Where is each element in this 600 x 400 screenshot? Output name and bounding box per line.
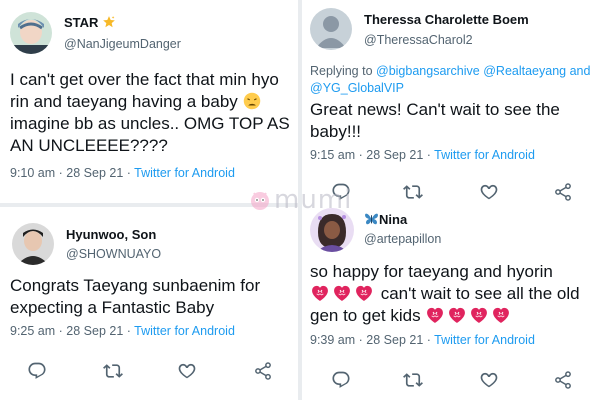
watermark-logo-icon [248, 188, 272, 212]
tweet-timestamp[interactable]: 9:39 am · 28 Sep 21 · [310, 333, 434, 347]
reply-icon[interactable] [27, 361, 47, 381]
retweet-icon[interactable] [403, 370, 423, 390]
user-handle[interactable]: @SHOWNUAYO [66, 247, 161, 261]
tweet-source-link[interactable]: Twitter for Android [134, 324, 235, 338]
tweet-meta: 9:10 am · 28 Sep 21 · Twitter for Androi… [10, 166, 235, 180]
tweet-timestamp[interactable]: 9:15 am · 28 Sep 21 · [310, 148, 434, 162]
tweet-timestamp[interactable]: 9:10 am · 28 Sep 21 · [10, 166, 134, 180]
tweet-text-part: so happy for taeyang and hyorin [310, 262, 553, 281]
heart-emoji-icon [447, 305, 467, 325]
tweet-text-part: imagine bb as uncles.. OMG TOP AS AN UNC… [10, 114, 290, 155]
tweet-actions [302, 370, 600, 390]
user-handle[interactable]: @artepapillon [364, 232, 441, 246]
tweet-text: Congrats Taeyang sunbaenim for expecting… [10, 276, 261, 317]
user-name-text: STAR [64, 15, 99, 30]
user-handle[interactable]: @TheressaCharol2 [364, 33, 473, 47]
watermark: mumi [248, 185, 352, 215]
tweet-source-link[interactable]: Twitter for Android [434, 333, 535, 347]
heart-emoji-icon [425, 305, 445, 325]
heart-emoji-icon [469, 305, 489, 325]
butterfly-emoji-icon [364, 212, 379, 226]
tweet-actions [0, 361, 298, 381]
user-name-text: Nina [379, 212, 408, 227]
user-name[interactable]: Hyunwoo, Son [66, 227, 156, 242]
user-name[interactable]: Theressa Charolette Boem [364, 12, 529, 27]
tweet-text: I can't get over the fact that min hyo r… [10, 69, 292, 157]
mention-link-connector: and [569, 64, 591, 78]
avatar[interactable] [12, 223, 54, 265]
share-icon[interactable] [253, 361, 273, 381]
tweet-source-link[interactable]: Twitter for Android [134, 166, 235, 180]
watermark-text: mumi [274, 185, 353, 215]
share-icon[interactable] [553, 370, 573, 390]
mention-link[interactable]: @YG_GlobalVIP [310, 81, 404, 95]
like-icon[interactable] [479, 182, 499, 202]
share-icon[interactable] [553, 182, 573, 202]
like-icon[interactable] [479, 370, 499, 390]
user-name[interactable]: STAR [64, 15, 116, 30]
tired-face-emoji-icon [243, 92, 261, 110]
default-avatar[interactable] [310, 8, 352, 50]
heart-emoji-icon [354, 283, 374, 303]
tweet-card[interactable]: Theressa Charolette Boem @TheressaCharol… [302, 0, 600, 207]
retweet-icon[interactable] [403, 182, 423, 202]
mention-link[interactable]: @bigbangsarchive [376, 64, 480, 78]
retweet-icon[interactable] [103, 361, 123, 381]
avatar[interactable] [10, 12, 52, 54]
tweet-card[interactable]: STAR @NanJigeumDanger I can't get over t… [0, 0, 298, 203]
tweet-card[interactable]: Hyunwoo, Son @SHOWNUAYO Congrats Taeyang… [0, 207, 298, 400]
tweet-text-part: I can't get over the fact that min hyo r… [10, 70, 279, 111]
mention-link[interactable]: @Realtaeyang [483, 64, 566, 78]
tweet-timestamp[interactable]: 9:25 am · 28 Sep 21 · [10, 324, 134, 338]
star-emoji-icon [102, 15, 116, 29]
tweet-meta: 9:25 am · 28 Sep 21 · Twitter for Androi… [10, 324, 235, 338]
tweet-text: Great news! Can't wait to see the baby!!… [310, 100, 560, 141]
tweet-source-link[interactable]: Twitter for Android [434, 148, 535, 162]
tweet-meta: 9:15 am · 28 Sep 21 · Twitter for Androi… [310, 148, 535, 162]
user-handle[interactable]: @NanJigeumDanger [64, 37, 181, 51]
replying-to-label: Replying to [310, 64, 377, 78]
replying-to: Replying to @bigbangsarchive @Realtaeyan… [310, 63, 594, 97]
reply-icon[interactable] [331, 370, 351, 390]
heart-emoji-icon [491, 305, 511, 325]
tweet-text: so happy for taeyang and hyorin can't wa… [310, 261, 598, 327]
like-icon[interactable] [177, 361, 197, 381]
user-name[interactable]: Nina [364, 212, 407, 227]
tweet-meta: 9:39 am · 28 Sep 21 · Twitter for Androi… [310, 333, 535, 347]
heart-emoji-icon [332, 283, 352, 303]
heart-emoji-icon [310, 283, 330, 303]
tweet-card[interactable]: Nina @artepapillon so happy for taeyang … [302, 206, 600, 400]
